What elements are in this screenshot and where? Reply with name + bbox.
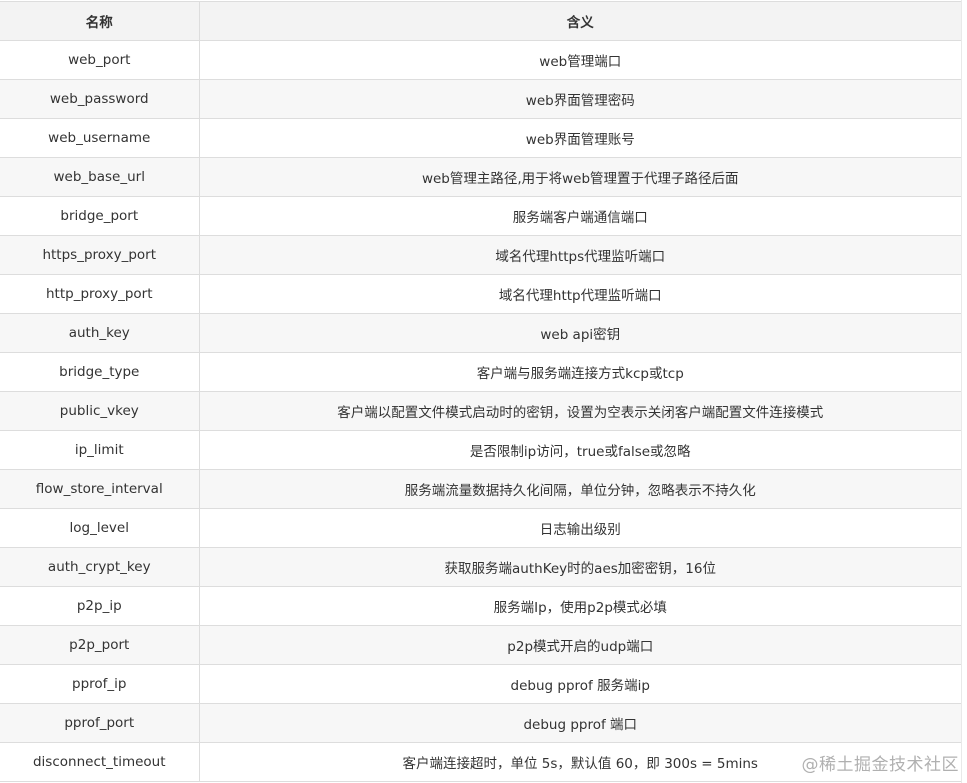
page: 名称 含义 web_port web管理端口 web_password web界面管理… bbox=[0, 0, 967, 783]
cell-param-name: auth_key bbox=[0, 313, 200, 353]
cell-param-meaning: 是否限制ip访问，true或false或忽略 bbox=[199, 430, 961, 470]
cell-param-meaning: debug pprof 端口 bbox=[199, 703, 961, 743]
cell-param-name: auth_crypt_key bbox=[0, 547, 200, 587]
column-header-meaning: 含义 bbox=[199, 1, 961, 41]
table-row: auth_key web api密钥 bbox=[0, 313, 961, 353]
cell-param-meaning: 客户端与服务端连接方式kcp或tcp bbox=[199, 352, 961, 392]
table-row: pprof_port debug pprof 端口 bbox=[0, 703, 961, 743]
table-row: web_port web管理端口 bbox=[0, 40, 961, 80]
table-body: web_port web管理端口 web_password web界面管理密码 web_… bbox=[0, 40, 961, 782]
cell-param-name: https_proxy_port bbox=[0, 235, 200, 275]
cell-param-meaning: web管理主路径,用于将web管理置于代理子路径后面 bbox=[199, 157, 961, 197]
cell-param-name: disconnect_timeout bbox=[0, 742, 200, 782]
table-row: http_proxy_port 域名代理http代理监听端口 bbox=[0, 274, 961, 314]
cell-param-name: ip_limit bbox=[0, 430, 200, 470]
cell-param-name: bridge_type bbox=[0, 352, 200, 392]
cell-param-meaning: web管理端口 bbox=[199, 40, 961, 80]
cell-param-name: p2p_port bbox=[0, 625, 200, 665]
cell-param-meaning: 服务端客户端通信端口 bbox=[199, 196, 961, 236]
scrollbar-track bbox=[961, 0, 967, 783]
cell-param-meaning: 域名代理https代理监听端口 bbox=[199, 235, 961, 275]
cell-param-name: p2p_ip bbox=[0, 586, 200, 626]
table-row: web_base_url web管理主路径,用于将web管理置于代理子路径后面 bbox=[0, 157, 961, 197]
cell-param-name: web_username bbox=[0, 118, 200, 158]
cell-param-name: public_vkey bbox=[0, 391, 200, 431]
cell-param-meaning: p2p模式开启的udp端口 bbox=[199, 625, 961, 665]
column-header-name: 名称 bbox=[0, 1, 200, 41]
cell-param-name: pprof_port bbox=[0, 703, 200, 743]
cell-param-meaning: 服务端Ip，使用p2p模式必填 bbox=[199, 586, 961, 626]
table-row: p2p_ip 服务端Ip，使用p2p模式必填 bbox=[0, 586, 961, 626]
table-row: public_vkey 客户端以配置文件模式启动时的密钥，设置为空表示关闭客户端配… bbox=[0, 391, 961, 431]
table-row: pprof_ip debug pprof 服务端ip bbox=[0, 664, 961, 704]
cell-param-name: web_port bbox=[0, 40, 200, 80]
cell-param-name: log_level bbox=[0, 508, 200, 548]
cell-param-name: http_proxy_port bbox=[0, 274, 200, 314]
table-row: web_password web界面管理密码 bbox=[0, 79, 961, 119]
cell-param-meaning: 服务端流量数据持久化间隔，单位分钟，忽略表示不持久化 bbox=[199, 469, 961, 509]
cell-param-meaning: 客户端以配置文件模式启动时的密钥，设置为空表示关闭客户端配置文件连接模式 bbox=[199, 391, 961, 431]
table-row: log_level 日志输出级别 bbox=[0, 508, 961, 548]
table-row: auth_crypt_key 获取服务端authKey时的aes加密密钥，16位 bbox=[0, 547, 961, 587]
table-row: ip_limit 是否限制ip访问，true或false或忽略 bbox=[0, 430, 961, 470]
config-table: 名称 含义 web_port web管理端口 web_password web界面管理… bbox=[0, 1, 961, 782]
table-row: bridge_type 客户端与服务端连接方式kcp或tcp bbox=[0, 352, 961, 392]
table-row: flow_store_interval 服务端流量数据持久化间隔，单位分钟，忽略表… bbox=[0, 469, 961, 509]
cell-param-meaning: debug pprof 服务端ip bbox=[199, 664, 961, 704]
table-row: web_username web界面管理账号 bbox=[0, 118, 961, 158]
table-row: https_proxy_port 域名代理https代理监听端口 bbox=[0, 235, 961, 275]
cell-param-meaning: 获取服务端authKey时的aes加密密钥，16位 bbox=[199, 547, 961, 587]
watermark: @稀土掘金技术社区 bbox=[801, 755, 959, 775]
table-row: bridge_port 服务端客户端通信端口 bbox=[0, 196, 961, 236]
cell-param-name: web_password bbox=[0, 79, 200, 119]
cell-param-name: bridge_port bbox=[0, 196, 200, 236]
cell-param-meaning: 日志输出级别 bbox=[199, 508, 961, 548]
cell-param-meaning: web界面管理账号 bbox=[199, 118, 961, 158]
cell-param-meaning: 域名代理http代理监听端口 bbox=[199, 274, 961, 314]
cell-param-name: web_base_url bbox=[0, 157, 200, 197]
cell-param-meaning: web界面管理密码 bbox=[199, 79, 961, 119]
cell-param-name: flow_store_interval bbox=[0, 469, 200, 509]
cell-param-meaning: web api密钥 bbox=[199, 313, 961, 353]
table-row: p2p_port p2p模式开启的udp端口 bbox=[0, 625, 961, 665]
cell-param-name: pprof_ip bbox=[0, 664, 200, 704]
table-header-row: 名称 含义 bbox=[0, 1, 961, 41]
